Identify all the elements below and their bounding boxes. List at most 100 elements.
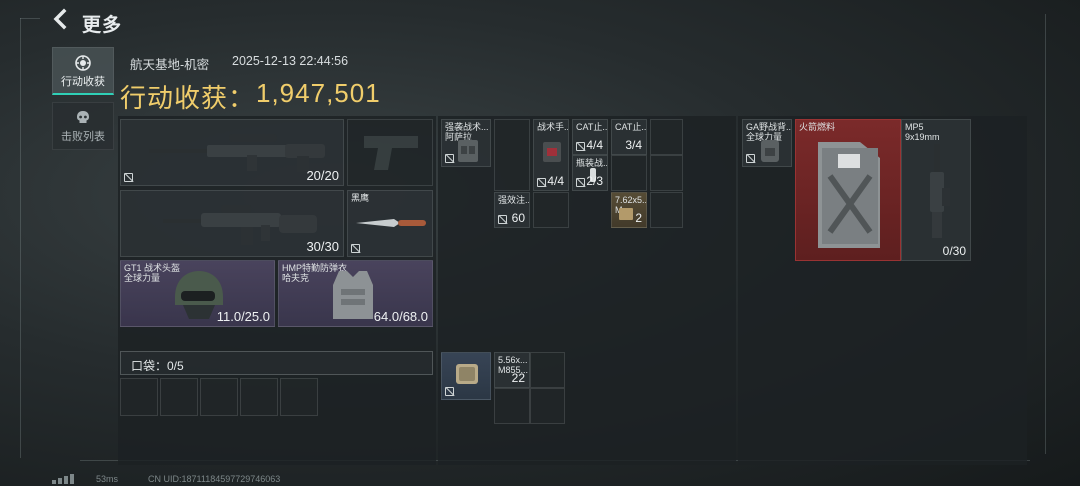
- pocket-header: 口袋：0/5: [120, 351, 433, 375]
- ammo-count: 30/30: [306, 239, 339, 254]
- item-name: 强效注...: [498, 195, 530, 205]
- unbound-mark-icon: [445, 387, 454, 396]
- ammo-count: 0/30: [942, 244, 966, 258]
- frame-right-line: [1045, 14, 1046, 454]
- tab-kills[interactable]: 击败列表: [52, 102, 114, 150]
- skull-icon: [75, 110, 91, 126]
- unbound-mark-icon: [576, 142, 585, 151]
- item-count: 22: [511, 371, 525, 385]
- item-count: 2/3: [586, 174, 603, 188]
- rig-item-6[interactable]: 7.62x5... M... 2: [611, 192, 647, 228]
- item-name-line1: GA野战背...: [746, 122, 792, 132]
- item-name-line2: 全球力量: [124, 273, 161, 283]
- tab-kills-label: 击败列表: [61, 131, 105, 143]
- chevron-left-icon: [53, 8, 67, 30]
- durability: 11.0/25.0: [216, 309, 270, 324]
- rig-item-2[interactable]: CAT止... 4/4: [572, 119, 608, 155]
- signal-icon: [52, 474, 74, 484]
- grid-cell[interactable]: [494, 388, 530, 424]
- unbound-mark-icon: [498, 215, 507, 224]
- rig-grid-cell[interactable]: [611, 155, 647, 191]
- tab-loot-label: 行动收获: [61, 76, 105, 88]
- item-count: 3/4: [625, 138, 642, 152]
- pistol-silhouette-icon: [364, 136, 418, 170]
- item-name: 战术手...: [537, 122, 569, 132]
- rocket-fuel-item[interactable]: 火箭燃料: [795, 119, 901, 261]
- rig-item-5[interactable]: 强效注... 60: [494, 192, 530, 228]
- backpack-icon: [761, 140, 779, 162]
- chest-rig-slot[interactable]: 强袭战术... 阿萨拉: [441, 119, 491, 167]
- loot-label: 行动收获：: [120, 83, 256, 113]
- rig-grid-cell[interactable]: [650, 192, 683, 228]
- grid-cell[interactable]: [530, 388, 565, 424]
- item-count: 60: [511, 211, 525, 225]
- rig-item-3[interactable]: CAT止... 3/4: [611, 119, 647, 155]
- loot-icon: [75, 55, 91, 71]
- loot-value: 1,947,501: [256, 78, 381, 108]
- ammo-count: 20/20: [306, 168, 339, 183]
- ping-text: 53ms: [96, 474, 119, 484]
- unbound-mark-icon: [746, 154, 755, 163]
- rig-grid-cell[interactable]: [494, 119, 530, 191]
- unbound-mark-icon: [576, 178, 585, 187]
- back-button[interactable]: [50, 8, 74, 32]
- pistol-slot[interactable]: [347, 119, 433, 186]
- rig-item-1[interactable]: 战术手... 4/4: [533, 119, 569, 191]
- item-count: 2: [635, 211, 642, 225]
- pocket-label: 口袋：0/5: [131, 359, 184, 373]
- grid-cell[interactable]: [530, 352, 565, 388]
- backpack-slot[interactable]: GA野战背... 全球力量: [742, 119, 792, 167]
- page-title: 更多: [82, 15, 123, 36]
- medkit-icon: [543, 142, 561, 162]
- match-datetime: 2025-12-13 22:44:56: [232, 54, 349, 68]
- rig-grid-cell[interactable]: [533, 192, 569, 228]
- armor-vest-icon: [333, 271, 373, 319]
- jerry-can-icon: [818, 142, 880, 248]
- assault-rifle-icon: [163, 205, 317, 245]
- rig-item-4[interactable]: 瓶装战... 2/3: [572, 155, 608, 191]
- ammo-box-icon: [619, 208, 633, 220]
- sniper-rifle-icon: [149, 134, 325, 172]
- primary-weapon-slot-2[interactable]: 30/30: [120, 190, 344, 257]
- pocket-slot-1[interactable]: [120, 378, 158, 416]
- item-name-line1: MP5: [905, 122, 924, 132]
- rig-grid-cell[interactable]: [650, 119, 683, 155]
- uid-text: CN UID:18711184597729746063: [148, 474, 281, 484]
- pocket-slot-5[interactable]: [280, 378, 318, 416]
- durability: 64.0/68.0: [373, 309, 428, 324]
- unbound-mark-icon: [445, 154, 454, 163]
- rig-grid-cell[interactable]: [650, 155, 683, 191]
- item-count: 4/4: [586, 138, 603, 152]
- pocket-slot-4[interactable]: [240, 378, 278, 416]
- pouch-slot[interactable]: [441, 352, 491, 400]
- item-name-line2: 哈夫克: [282, 273, 310, 283]
- item-name: 火箭燃料: [799, 122, 836, 132]
- knife-icon: [356, 219, 426, 227]
- pocket-slot-3[interactable]: [200, 378, 238, 416]
- map-name: 航天基地-机密: [130, 58, 210, 72]
- chest-rig-icon: [458, 140, 478, 162]
- ammo-item[interactable]: 5.56x... M855... 22: [494, 352, 530, 388]
- item-name-line1: 强袭战术...: [445, 122, 489, 132]
- mp5-item[interactable]: MP5 9x19mm 0/30: [901, 119, 971, 261]
- helmet-slot[interactable]: GT1 战术头盔 全球力量 11.0/25.0: [120, 260, 275, 327]
- item-name: 黑鹰: [351, 193, 370, 203]
- tab-loot[interactable]: 行动收获: [52, 47, 114, 95]
- unbound-mark-icon: [537, 178, 546, 187]
- primary-weapon-slot-1[interactable]: 20/20: [120, 119, 344, 186]
- smg-icon: [930, 144, 950, 238]
- item-count: 4/4: [547, 174, 564, 188]
- item-name: CAT止...: [615, 122, 647, 132]
- pouch-icon: [456, 364, 478, 384]
- unbound-mark-icon: [124, 173, 133, 182]
- frame-left-line: [20, 18, 21, 458]
- pocket-slot-2[interactable]: [160, 378, 198, 416]
- melee-slot[interactable]: 黑鹰: [347, 190, 433, 257]
- armor-slot[interactable]: HMP特勤防弹衣 哈夫克 64.0/68.0: [278, 260, 433, 327]
- unbound-mark-icon: [351, 244, 360, 253]
- item-name: 7.62x5...: [615, 195, 647, 205]
- item-name-line1: 5.56x...: [498, 355, 528, 365]
- frame-corner-tl: [20, 18, 40, 19]
- item-name: CAT止...: [576, 122, 608, 132]
- item-name-line2: 9x19mm: [905, 132, 940, 142]
